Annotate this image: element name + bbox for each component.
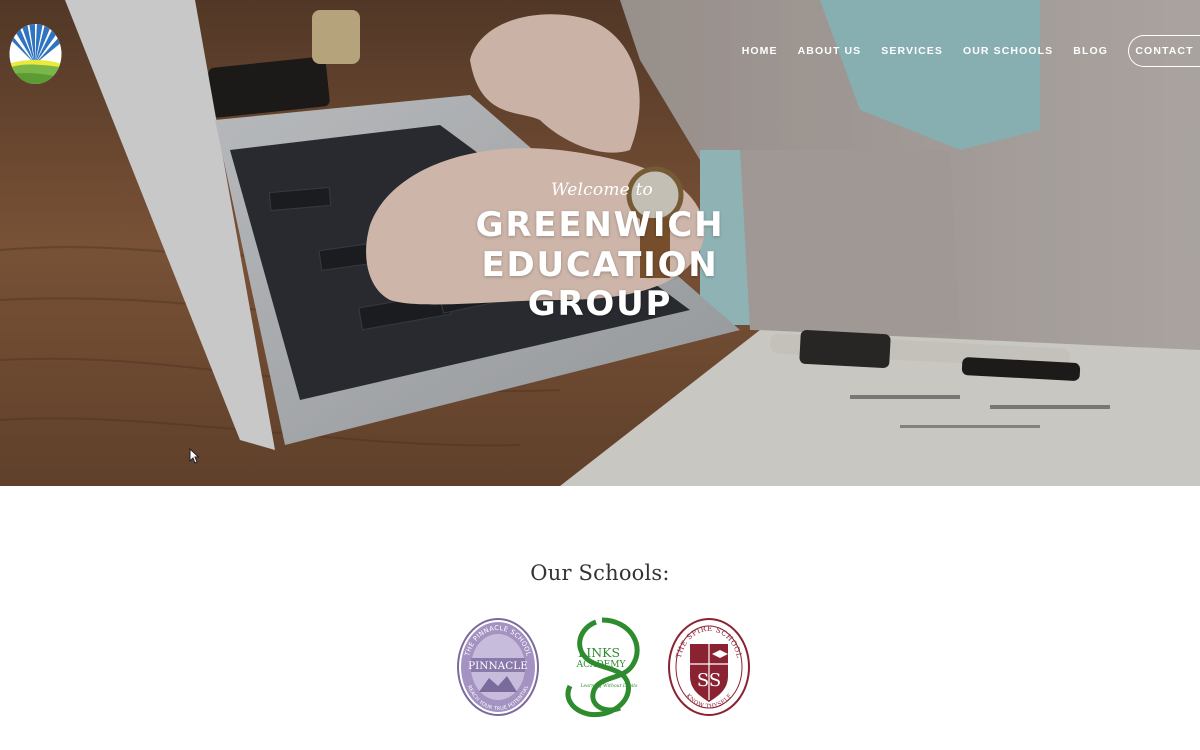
links-tagline: Learning Without Limits bbox=[580, 683, 639, 689]
hero-title-line: GREENWICH bbox=[475, 205, 725, 245]
links-name-line1: LINKS bbox=[578, 645, 620, 660]
nav-about-us[interactable]: ABOUT US bbox=[798, 45, 862, 57]
nav-our-schools[interactable]: OUR SCHOOLS bbox=[963, 45, 1053, 57]
nav-home[interactable]: HOME bbox=[742, 45, 778, 57]
spire-school-logo[interactable]: THE SPIRE SCHOOL KNOW THYSELF SS bbox=[666, 614, 752, 720]
nav-services[interactable]: SERVICES bbox=[881, 45, 943, 57]
spire-monogram: SS bbox=[697, 670, 721, 691]
hero-title: GREENWICH EDUCATION GROUP bbox=[0, 205, 1200, 325]
schools-heading: Our Schools: bbox=[530, 561, 670, 585]
sunburst-hills-icon[interactable] bbox=[9, 20, 62, 84]
links-name-line2: ACADEMY bbox=[576, 660, 627, 670]
main-nav: HOME ABOUT US SERVICES OUR SCHOOLS BLOG … bbox=[742, 35, 1200, 67]
nav-blog[interactable]: BLOG bbox=[1073, 45, 1108, 57]
pinnacle-school-logo[interactable]: THE PINNACLE SCHOOL REACH YOUR TRUE POTE… bbox=[455, 614, 541, 720]
hero-text: Welcome to GREENWICH EDUCATION GROUP bbox=[0, 180, 1200, 325]
pinnacle-name: PINNACLE bbox=[468, 660, 528, 672]
hero-title-line: EDUCATION bbox=[481, 244, 719, 285]
contact-button[interactable]: CONTACT bbox=[1128, 35, 1200, 67]
mouse-cursor-icon bbox=[189, 448, 199, 464]
links-academy-logo[interactable]: LINKS ACADEMY Learning Without Limits bbox=[558, 614, 644, 720]
hero-title-line: GROUP bbox=[527, 284, 673, 324]
hero-welcome: Welcome to bbox=[551, 180, 653, 200]
school-logos: THE PINNACLE SCHOOL REACH YOUR TRUE POTE… bbox=[0, 614, 1200, 720]
